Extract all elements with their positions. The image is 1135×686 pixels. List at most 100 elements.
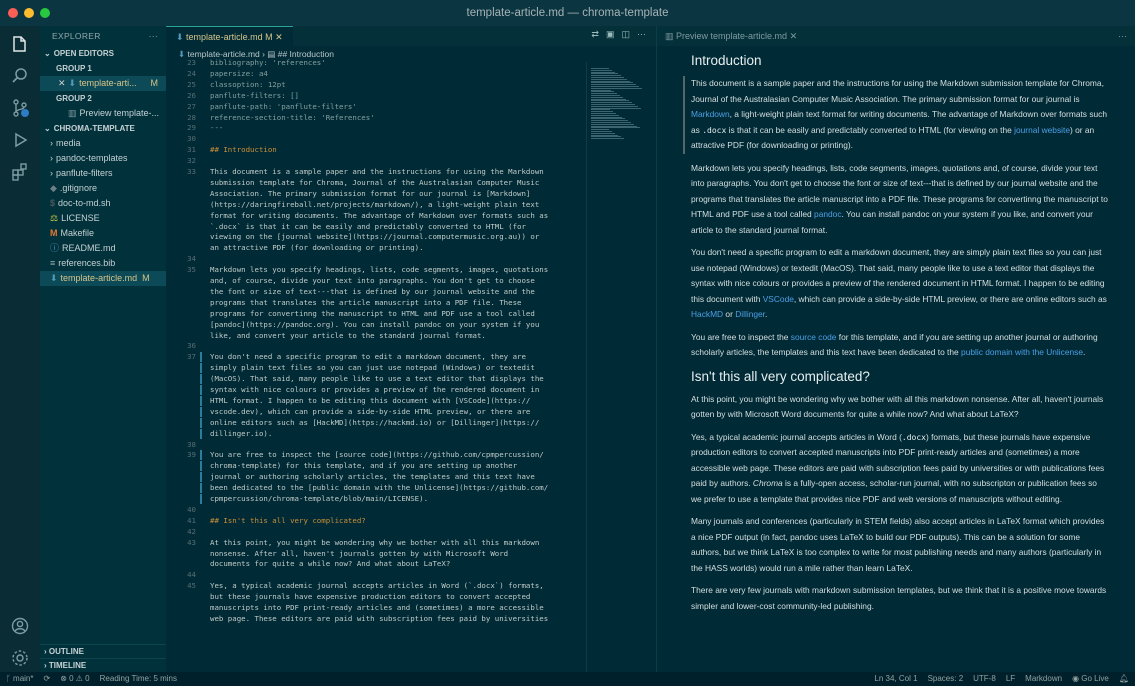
file-item-makefile[interactable]: M Makefile bbox=[40, 226, 166, 241]
close-icon[interactable]: ✕ bbox=[58, 76, 66, 91]
vscode-window: template-article.md — chroma-template EX… bbox=[0, 0, 1135, 686]
line-text: ## Introduction bbox=[210, 145, 277, 155]
line-number: 45 bbox=[187, 581, 196, 591]
close-window-button[interactable] bbox=[8, 8, 18, 18]
code-area[interactable]: 23 bibliography: 'references' 24 papersize:… bbox=[166, 58, 586, 672]
line-number: 30 bbox=[187, 134, 196, 144]
group-1-label[interactable]: GROUP 1 bbox=[40, 61, 166, 76]
zoom-window-button[interactable] bbox=[40, 8, 50, 18]
run-debug-icon[interactable] bbox=[0, 124, 40, 156]
open-editors-section[interactable]: ⌄ OPEN EDITORS bbox=[40, 46, 166, 61]
markdown-icon: ⬇ bbox=[176, 32, 187, 42]
text: is that it can be easily and predictably… bbox=[726, 124, 1015, 135]
unlicense-link[interactable]: public domain with the Unlicense bbox=[961, 347, 1083, 357]
hackmd-link[interactable]: HackMD bbox=[691, 309, 723, 319]
close-icon[interactable]: ✕ bbox=[790, 31, 798, 41]
eol-status[interactable]: LF bbox=[1006, 672, 1015, 686]
git-change-marker[interactable] bbox=[200, 483, 202, 494]
line-text: This document is a sample paper and the … bbox=[210, 167, 544, 176]
line-number: 40 bbox=[187, 504, 196, 514]
file-item-media[interactable]: › media bbox=[40, 136, 166, 151]
open-editor-item-template[interactable]: ✕ ⬇ template-arti... M bbox=[40, 76, 166, 91]
file-item-license[interactable]: ⚖ LICENSE bbox=[40, 211, 166, 226]
file-item-gitignore[interactable]: ◆ .gitignore bbox=[40, 181, 166, 196]
text: This document is a sample paper and the … bbox=[691, 78, 1104, 104]
text: or bbox=[723, 309, 736, 319]
go-live-label: Go Live bbox=[1081, 674, 1109, 683]
more-actions-icon[interactable]: ··· bbox=[1118, 26, 1127, 46]
file-label: panflute-filters bbox=[56, 168, 113, 178]
git-change-marker[interactable] bbox=[200, 417, 202, 428]
file-item-references[interactable]: ≡ references.bib bbox=[40, 256, 166, 271]
git-change-marker[interactable] bbox=[200, 450, 202, 461]
source-control-icon[interactable] bbox=[0, 92, 40, 124]
explorer-icon[interactable] bbox=[0, 28, 40, 60]
git-change-marker[interactable] bbox=[200, 385, 202, 395]
file-item-doc-to-md[interactable]: $ doc-to-md.sh bbox=[40, 196, 166, 211]
git-change-marker[interactable] bbox=[200, 374, 202, 385]
outline-section[interactable]: › OUTLINE bbox=[40, 644, 166, 658]
account-icon[interactable] bbox=[0, 610, 40, 642]
file-item-pandoc-templates[interactable]: › pandoc-templates bbox=[40, 151, 166, 166]
more-actions-icon[interactable]: ··· bbox=[637, 29, 646, 40]
line-text: like, and convert your article to the st… bbox=[210, 330, 486, 340]
minimize-window-button[interactable] bbox=[24, 8, 34, 18]
line-number: 41 bbox=[187, 515, 196, 525]
file-label: template-article.md bbox=[60, 273, 138, 283]
line-number: 38 bbox=[187, 439, 196, 449]
git-change-marker[interactable] bbox=[200, 472, 202, 483]
branch-status[interactable]: ᚴ main* bbox=[6, 672, 33, 686]
git-change-marker[interactable] bbox=[200, 395, 202, 406]
file-item-readme[interactable]: ⓘ README.md bbox=[40, 241, 166, 256]
group-2-label[interactable]: GROUP 2 bbox=[40, 91, 166, 106]
split-editor-icon[interactable]: ◫ bbox=[621, 29, 630, 40]
journal-website-link[interactable]: journal website bbox=[1014, 125, 1070, 135]
timeline-section[interactable]: › TIMELINE bbox=[40, 658, 166, 672]
git-change-marker[interactable] bbox=[200, 494, 202, 504]
tab-template-article[interactable]: ⬇ template-article.md M ✕ bbox=[166, 26, 293, 46]
git-change-marker[interactable] bbox=[200, 428, 202, 439]
tab-preview[interactable]: ▥ Preview template-article.md ✕ ··· bbox=[657, 26, 1135, 46]
line-number: 31 bbox=[187, 145, 196, 155]
git-change-marker[interactable] bbox=[200, 406, 202, 417]
pandoc-link[interactable]: pandoc bbox=[814, 209, 841, 219]
settings-gear-icon[interactable] bbox=[0, 642, 40, 674]
file-label: Makefile bbox=[60, 228, 95, 238]
open-preview-icon[interactable]: ▣ bbox=[606, 29, 615, 40]
source-code-link[interactable]: source code bbox=[791, 332, 837, 342]
file-item-template-article[interactable]: ⬇ template-article.md M bbox=[40, 271, 166, 286]
search-icon[interactable] bbox=[0, 60, 40, 92]
chevron-down-icon: ⌄ bbox=[44, 49, 51, 58]
project-section[interactable]: ⌄ CHROMA-TEMPLATE bbox=[40, 121, 166, 136]
line-number: 32 bbox=[187, 156, 196, 166]
close-icon[interactable]: ✕ bbox=[275, 32, 283, 42]
go-live-button[interactable]: ◉ Go Live bbox=[1072, 672, 1109, 686]
notifications-icon[interactable]: 🔔︎ bbox=[1119, 672, 1129, 686]
broadcast-icon: ◉ bbox=[1072, 674, 1082, 683]
dillinger-link[interactable]: Dillinger bbox=[735, 309, 765, 319]
window-title: template-article.md — chroma-template bbox=[466, 7, 669, 19]
line-text: but these journals have expensive produc… bbox=[210, 592, 531, 602]
extensions-icon[interactable] bbox=[0, 156, 40, 188]
cursor-position[interactable]: Ln 34, Col 1 bbox=[874, 672, 917, 686]
file-item-panflute-filters[interactable]: › panflute-filters bbox=[40, 166, 166, 181]
line-text: Markdown lets you specify headings, list… bbox=[210, 265, 549, 275]
sync-icon[interactable]: ⟳ bbox=[43, 672, 50, 686]
vscode-link[interactable]: VSCode bbox=[763, 294, 794, 304]
problems-status[interactable]: ⊗ 0 ⚠ 0 bbox=[60, 672, 89, 686]
line-number: 27 bbox=[187, 101, 196, 111]
source-control-diff-icon[interactable]: ⇄ bbox=[591, 29, 599, 40]
open-editor-item-preview[interactable]: ▥ Preview template-... bbox=[40, 106, 166, 121]
markdown-link[interactable]: Markdown bbox=[691, 109, 730, 119]
line-text: simply plain text files so you can just … bbox=[210, 363, 535, 373]
git-change-marker[interactable] bbox=[200, 352, 202, 363]
minimap[interactable] bbox=[586, 62, 656, 672]
language-mode[interactable]: Markdown bbox=[1025, 672, 1062, 686]
paragraph-8: There are very few journals with markdow… bbox=[691, 585, 1107, 611]
git-change-marker[interactable] bbox=[200, 461, 202, 472]
indentation-status[interactable]: Spaces: 2 bbox=[928, 672, 964, 686]
git-change-marker[interactable] bbox=[200, 363, 202, 374]
encoding-status[interactable]: UTF-8 bbox=[973, 672, 996, 686]
more-actions-icon[interactable]: ··· bbox=[149, 26, 158, 46]
bib-icon: ≡ bbox=[50, 258, 56, 268]
